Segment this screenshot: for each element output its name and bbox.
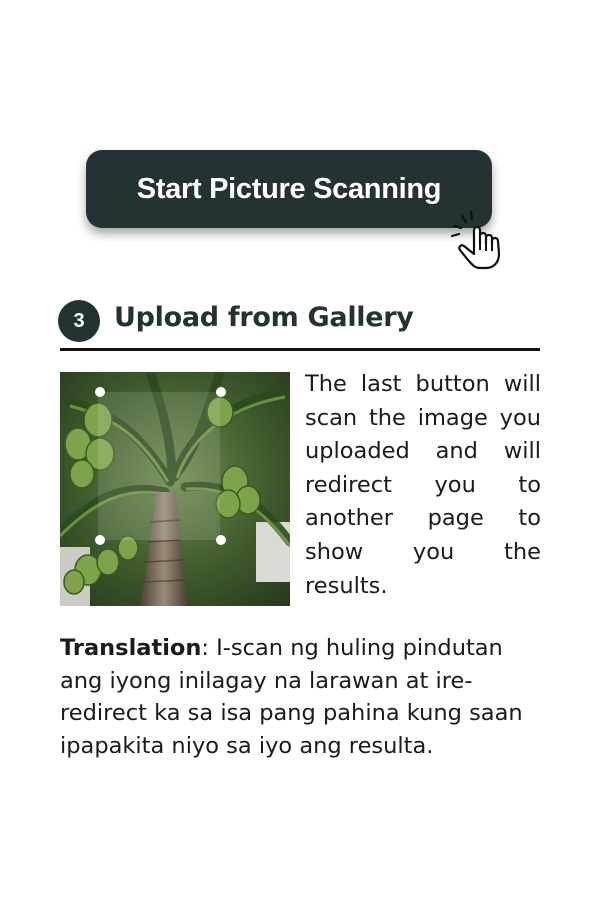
translation-paragraph: Translation: I-scan ng huling pindutan a… xyxy=(60,632,540,762)
step-title: Upload from Gallery xyxy=(114,302,414,333)
step-description: The last button will scan the image you … xyxy=(305,371,541,599)
coconut-tree-photo xyxy=(60,372,290,606)
start-picture-scanning-button[interactable]: Start Picture Scanning xyxy=(86,150,492,228)
step-number-badge: 3 xyxy=(58,300,100,342)
section-divider xyxy=(60,348,540,351)
translation-separator: : xyxy=(201,635,209,661)
translation-label: Translation xyxy=(60,635,202,661)
start-picture-scanning-label: Start Picture Scanning xyxy=(136,172,442,205)
pointing-hand-icon xyxy=(450,210,501,270)
